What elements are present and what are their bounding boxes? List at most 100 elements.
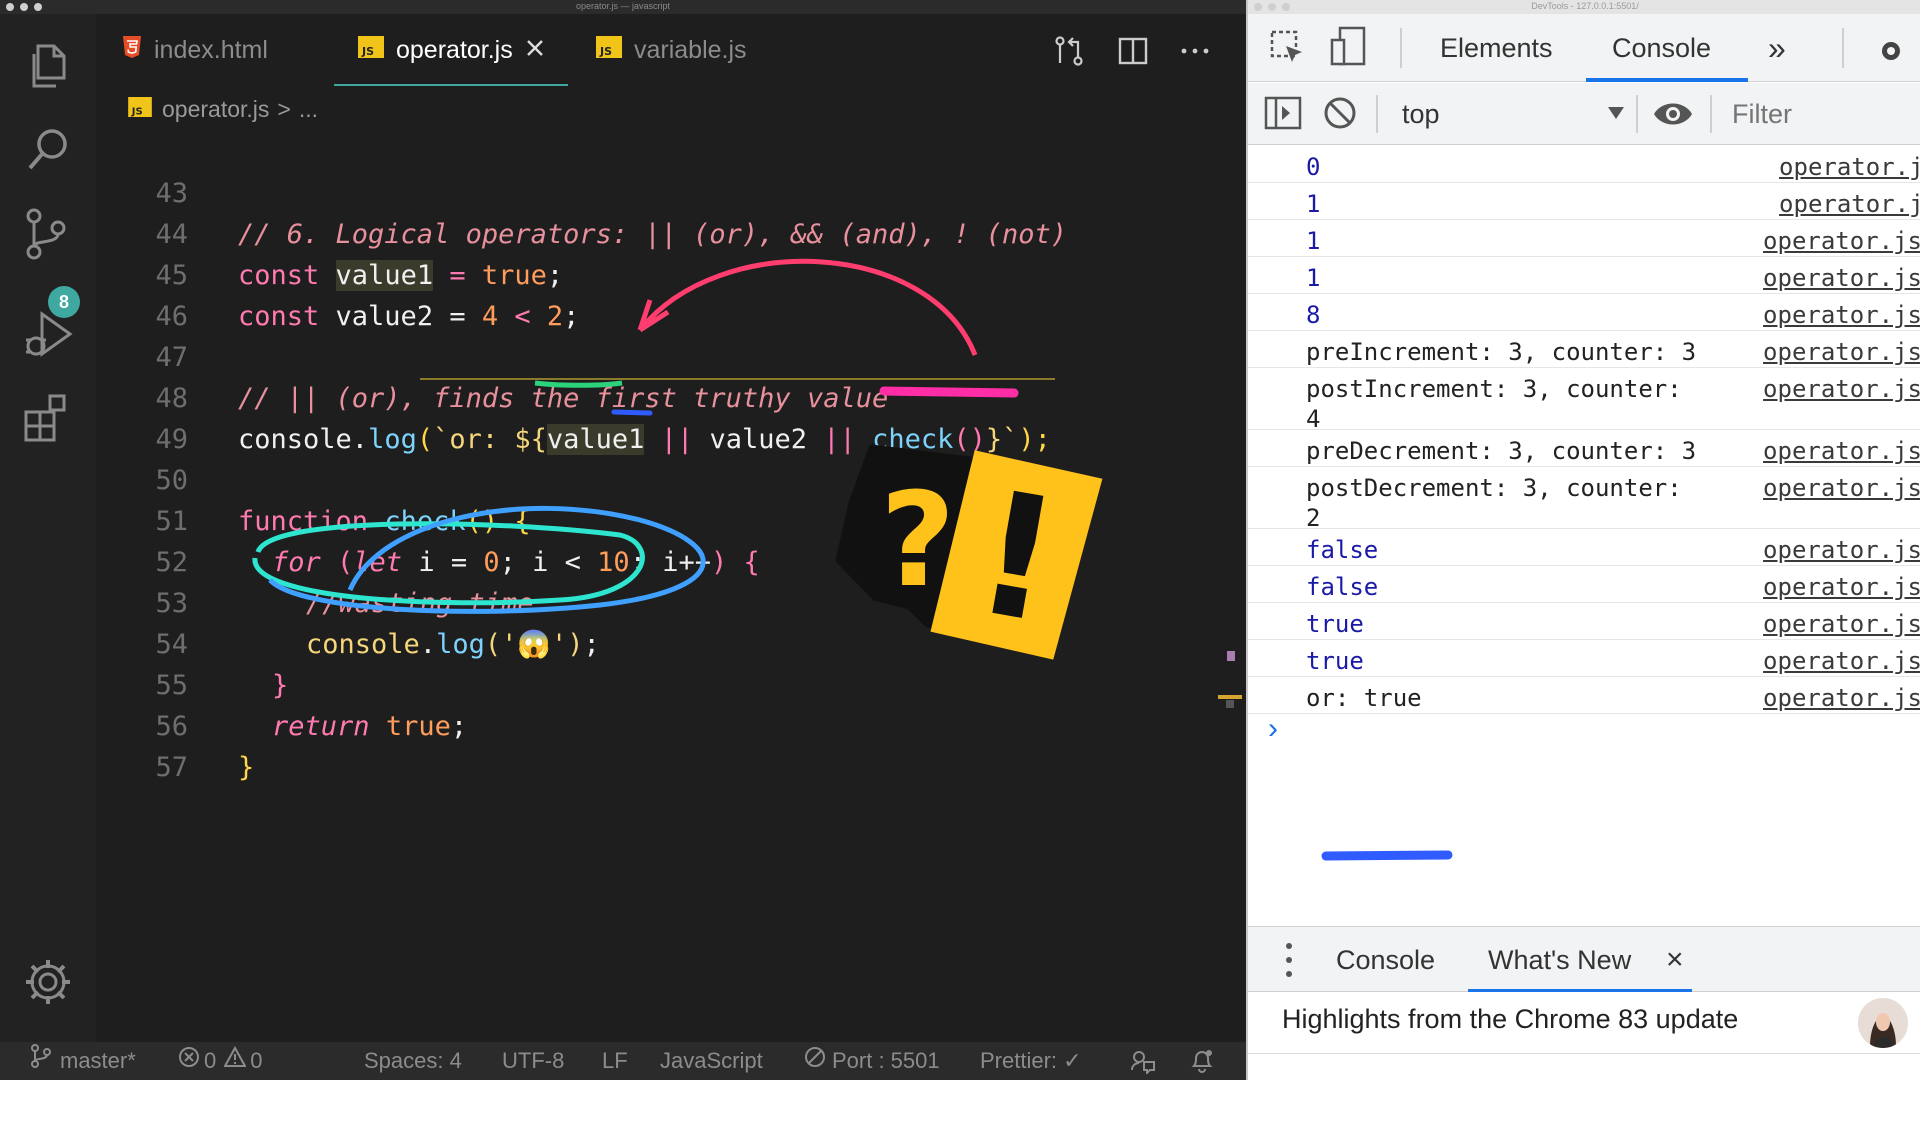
port-circle-icon [804, 1042, 826, 1080]
drawer-tab-console[interactable]: Console [1336, 927, 1435, 993]
drawer-tab-whats-new[interactable]: What's New [1488, 927, 1631, 993]
message-source-link[interactable]: operator.js [1763, 374, 1920, 404]
message-text: preDecrement: 3, counter: 3 [1306, 437, 1697, 465]
console-message: true operator.js [1248, 603, 1920, 640]
notifications-bell-icon[interactable] [1190, 1042, 1214, 1080]
code-line: 53 console.log('😱'); [96, 542, 1246, 660]
settings-gear-icon[interactable] [1876, 36, 1906, 71]
more-tabs-button[interactable]: » [1768, 14, 1786, 82]
dropdown-arrow-icon [1604, 101, 1628, 130]
inspect-element-icon[interactable] [1268, 28, 1308, 73]
extensions-icon[interactable] [20, 392, 76, 448]
run-debug-icon[interactable] [20, 306, 76, 362]
explorer-icon[interactable] [20, 38, 76, 94]
vscode-window: operator.js — javascript 8 index.html JS… [0, 0, 1246, 1080]
code-text: } [238, 752, 255, 783]
console-message: 1 operator.js [1248, 220, 1920, 257]
breadcrumb: JS operator.js > ... [128, 92, 318, 126]
drawer-menu-icon[interactable] [1284, 941, 1294, 984]
message-source-link[interactable]: operator.js [1763, 263, 1920, 293]
console-prompt[interactable]: › [1268, 712, 1278, 746]
eol-status[interactable]: LF [602, 1042, 628, 1080]
screen: operator.js — javascript 8 index.html JS… [0, 0, 1920, 1143]
message-text: true [1306, 610, 1364, 638]
source-control-icon[interactable] [20, 206, 76, 262]
filter-input[interactable] [1722, 93, 1920, 135]
message-source-link[interactable]: operator.js [1763, 646, 1920, 676]
message-source-link[interactable]: operator.js [1763, 436, 1920, 466]
devtools-window-title: DevTools - 127.0.0.1:5501/ [1531, 1, 1639, 11]
message-source-link[interactable]: operator.js [1763, 609, 1920, 639]
tab-console[interactable]: Console [1612, 14, 1711, 82]
breadcrumb-more[interactable]: ... [299, 96, 318, 123]
close-drawer-tab-icon[interactable]: × [1666, 927, 1684, 993]
language-status[interactable]: JavaScript [660, 1042, 763, 1080]
activity-bar: 8 [0, 14, 96, 1042]
live-expression-eye-icon[interactable] [1652, 99, 1694, 134]
code-line: 57 [96, 706, 1246, 783]
settings-gear-icon[interactable] [20, 954, 76, 1010]
breadcrumb-file[interactable]: operator.js [162, 96, 269, 123]
breadcrumb-separator: > [277, 95, 291, 122]
message-source-link[interactable]: operator.js [1763, 535, 1920, 565]
console-message: 1 operator.js [1248, 183, 1920, 220]
code-line: 47 // || (or), finds the first truthy va… [96, 296, 1246, 414]
warning-icon [223, 1042, 247, 1080]
live-server-status[interactable]: Port : 5501 [804, 1042, 940, 1080]
message-source-link[interactable]: operator.js [1779, 189, 1920, 219]
status-bar: master* 0 0 Spaces: 4 UTF-8 LF JavaScrip… [0, 1042, 1246, 1080]
indentation-status[interactable]: Spaces: 4 [364, 1042, 462, 1080]
tab-elements[interactable]: Elements [1440, 14, 1553, 82]
encoding-status[interactable]: UTF-8 [502, 1042, 564, 1080]
code-line: 45 const value2 = 4 < 2; [96, 214, 1246, 332]
message-source-link[interactable]: operator.js [1763, 683, 1920, 713]
context-selector[interactable]: top [1388, 91, 1628, 137]
search-icon[interactable] [20, 122, 76, 178]
avatar [1858, 998, 1908, 1048]
open-changes-icon[interactable] [1052, 34, 1086, 68]
code-editor[interactable]: 43 // 6. Logical operators: || (or), && … [96, 132, 1246, 1032]
message-text: 1 [1306, 264, 1321, 292]
line-number: 57 [155, 752, 188, 783]
message-text: 1 [1306, 227, 1321, 255]
device-toolbar-icon[interactable] [1328, 26, 1368, 75]
tab-index-html[interactable]: index.html [122, 14, 268, 86]
tab-operator-js[interactable]: JS operator.js [358, 14, 545, 86]
branch-name: master* [60, 1048, 136, 1073]
message-source-link[interactable]: operator.js [1763, 337, 1920, 367]
message-source-link[interactable]: operator.js [1763, 572, 1920, 602]
show-sidebar-icon[interactable] [1264, 95, 1302, 136]
more-actions-icon[interactable] [1178, 34, 1212, 68]
html5-icon [122, 35, 142, 66]
minimap-marker [1218, 695, 1242, 699]
console-message: preIncrement: 3, counter: 3 operator.js [1248, 331, 1920, 368]
problems-status[interactable]: 0 0 [178, 1042, 263, 1080]
tab-label: operator.js [396, 35, 513, 64]
tab-label: variable.js [634, 35, 747, 64]
console-message: 8 operator.js [1248, 294, 1920, 331]
message-text: false [1306, 536, 1379, 564]
tab-variable-js[interactable]: JS variable.js [596, 14, 747, 86]
branch-status[interactable]: master* [30, 1042, 136, 1080]
message-text: or: true [1306, 684, 1422, 712]
devtools-window: DevTools - 127.0.0.1:5501/ Elements Cons… [1246, 0, 1920, 1080]
js-file-icon: JS [358, 35, 384, 65]
console-message: postDecrement: 3, counter: 2 operator.js [1248, 467, 1920, 532]
message-source-link[interactable]: operator.js [1763, 226, 1920, 256]
message-source-link[interactable]: operator.js [1779, 152, 1920, 182]
code-line: 43 // 6. Logical operators: || (or), && … [96, 132, 1246, 250]
split-editor-icon[interactable] [1116, 34, 1150, 68]
message-source-link[interactable]: operator.js [1763, 300, 1920, 330]
whats-new-headline[interactable]: Highlights from the Chrome 83 update [1282, 1004, 1738, 1035]
message-source-link[interactable]: operator.js [1763, 473, 1920, 503]
close-tab-icon[interactable] [525, 36, 545, 65]
active-tab-indicator [1586, 78, 1748, 82]
console-message: 0 operator.js [1248, 146, 1920, 183]
clear-console-icon[interactable] [1322, 95, 1358, 136]
code-line: 46 [96, 255, 1246, 332]
js-file-icon: JS [128, 96, 152, 123]
code-line: 44 const value1 = true; [96, 173, 1246, 291]
console-message: false operator.js [1248, 566, 1920, 603]
feedback-icon[interactable] [1130, 1042, 1156, 1080]
prettier-status[interactable]: Prettier: ✓ [980, 1042, 1082, 1080]
